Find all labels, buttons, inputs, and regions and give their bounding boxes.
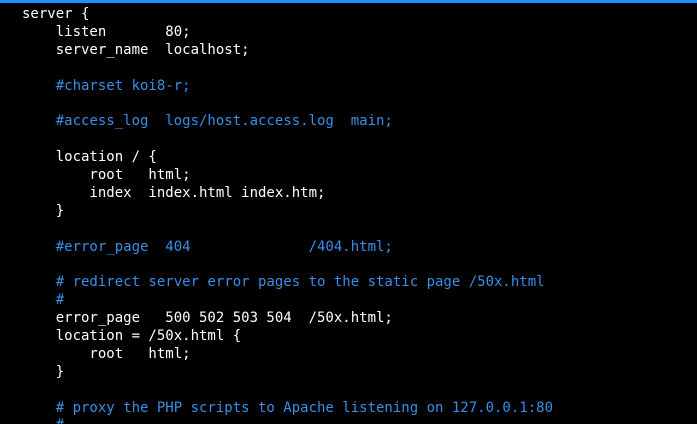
comment-line: #access_log logs/host.access.log main;	[22, 113, 393, 130]
comment-line: #charset koi8-r;	[22, 77, 191, 94]
code-area[interactable]: server { listen 80; server_name localhos…	[22, 6, 692, 424]
comment-line: # redirect server error pages to the sta…	[22, 274, 545, 291]
code-line: listen 80;	[22, 23, 191, 40]
comment-line: # proxy the PHP scripts to Apache listen…	[22, 399, 554, 416]
comment-line: #	[22, 292, 65, 309]
code-line: location / {	[22, 149, 157, 166]
title-bar-strip	[0, 0, 697, 3]
comment-line: #	[22, 417, 692, 424]
code-line: error_page 500 502 503 504 /50x.html;	[22, 310, 393, 327]
code-line: }	[22, 363, 65, 380]
code-line: }	[22, 202, 65, 219]
code-line: server_name localhost;	[22, 41, 250, 58]
comment-line: #error_page 404 /404.html;	[22, 238, 393, 255]
code-line: server {	[22, 6, 90, 22]
code-line: location = /50x.html {	[22, 328, 242, 345]
code-line: root html;	[22, 167, 191, 184]
code-line: root html;	[22, 345, 191, 362]
code-line: index index.html index.htm;	[22, 184, 326, 201]
terminal-window[interactable]: server { listen 80; server_name localhos…	[0, 0, 697, 424]
